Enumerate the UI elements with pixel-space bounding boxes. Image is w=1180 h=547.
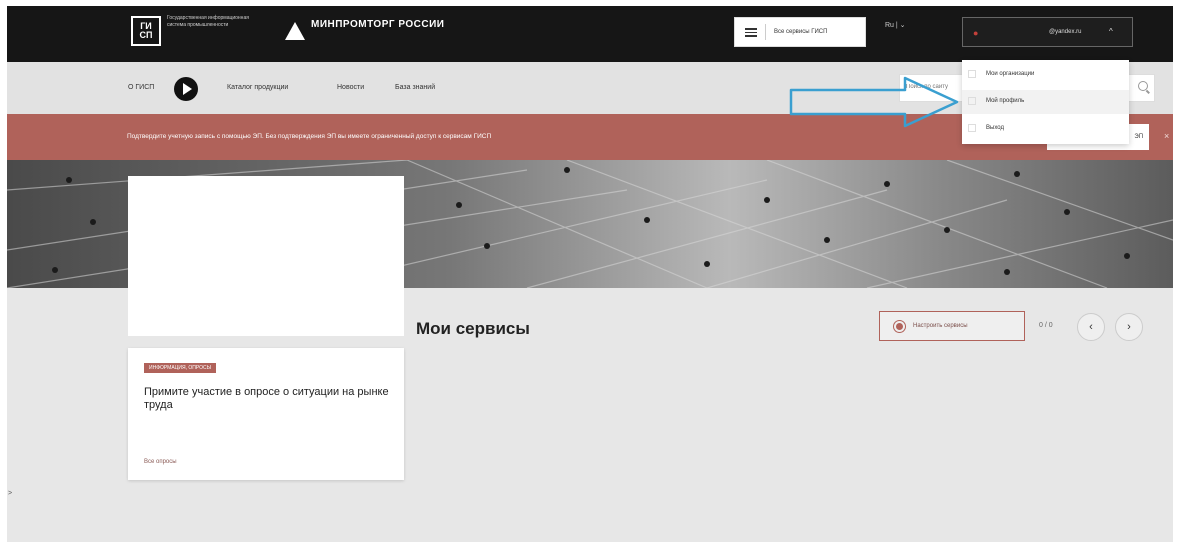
setup-services-label: Настроить сервисы	[913, 323, 968, 329]
nav-item-news[interactable]: Новости	[337, 84, 364, 91]
user-dropdown-menu: Мои организации Мой профиль Выход	[962, 60, 1129, 144]
alert-text: Подтвердите учетную запись с помощью ЭП.…	[127, 133, 492, 140]
gisp-logo-text: Государственная информационная система п…	[167, 15, 249, 28]
all-services-label: Все сервисы ГИСП	[774, 29, 828, 35]
dropdown-item-organizations[interactable]: Мои организации	[962, 63, 1129, 87]
search-icon[interactable]	[1138, 81, 1148, 91]
close-icon[interactable]: ×	[1164, 131, 1169, 141]
nav-item-about[interactable]: О ГИСП	[128, 84, 154, 91]
organization-icon	[968, 70, 976, 78]
nav-item-knowledge-base[interactable]: База знаний	[395, 84, 435, 91]
logout-icon	[968, 124, 976, 132]
play-video-button[interactable]	[174, 77, 198, 101]
profile-icon	[968, 97, 976, 105]
all-surveys-link[interactable]: Все опросы	[144, 459, 177, 465]
menu-icon	[745, 27, 757, 37]
prev-page-button[interactable]: ‹	[1077, 313, 1105, 341]
pagination-counter: 0 / 0	[1039, 322, 1053, 329]
gear-icon	[896, 322, 903, 330]
gisp-logo[interactable]: ГИ СП	[131, 16, 161, 46]
play-icon	[183, 83, 192, 95]
dropdown-item-logout[interactable]: Выход	[962, 117, 1129, 141]
page-title: Мои сервисы	[416, 319, 530, 338]
setup-services-button[interactable]: Настроить сервисы	[879, 311, 1025, 341]
ministry-logo-icon[interactable]	[285, 22, 305, 40]
dropdown-item-label: Мои организации	[986, 71, 1035, 77]
dropdown-item-profile[interactable]: Мой профиль	[962, 90, 1129, 114]
ministry-logo-text[interactable]: МИНПРОМТОРГ РОССИИ	[311, 20, 444, 30]
news-card[interactable]: ИНФОРМАЦИЯ, ОПРОСЫ Примите участие в опр…	[128, 348, 404, 480]
top-bar: ГИ СП Государственная информационная сис…	[7, 6, 1173, 62]
chevron-up-icon: ^	[1109, 27, 1113, 36]
news-tag: ИНФОРМАЦИЯ, ОПРОСЫ	[144, 363, 216, 373]
dropdown-item-label: Мой профиль	[986, 98, 1025, 104]
side-toggle[interactable]: >	[8, 490, 12, 497]
promo-box	[128, 176, 404, 336]
user-menu-button[interactable]: ● @yandex.ru ^	[962, 17, 1133, 47]
language-selector[interactable]: Ru | ⌄	[885, 21, 906, 29]
dropdown-item-label: Выход	[986, 125, 1004, 131]
page-frame: ГИ СП Государственная информационная сис…	[7, 6, 1173, 542]
all-services-button[interactable]: Все сервисы ГИСП	[734, 17, 866, 47]
annotation-arrow-icon	[789, 76, 959, 128]
user-icon: ●	[973, 28, 979, 38]
news-title[interactable]: Примите участие в опросе о ситуации на р…	[144, 386, 392, 412]
user-email: @yandex.ru	[1049, 29, 1082, 35]
next-page-button[interactable]: ›	[1115, 313, 1143, 341]
nav-item-catalog[interactable]: Каталог продукции	[227, 84, 288, 91]
divider	[765, 24, 766, 40]
